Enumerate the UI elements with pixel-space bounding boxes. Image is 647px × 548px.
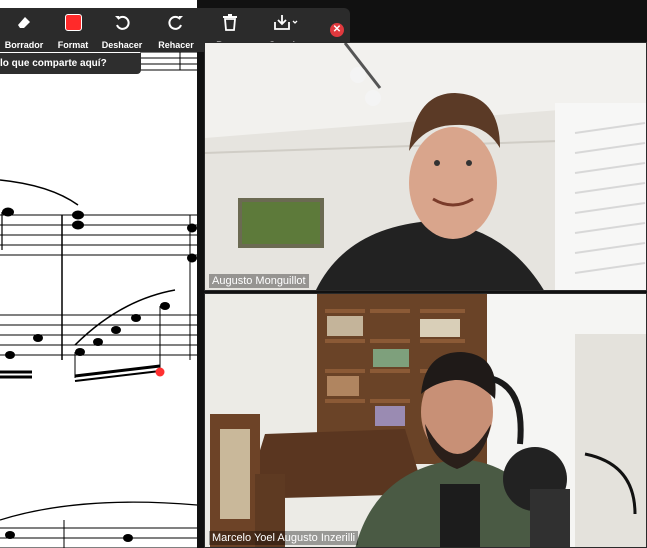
undo-icon <box>113 12 131 32</box>
eraser-label: Borrador <box>4 40 44 50</box>
screen: { "toolbar": { "items": [ {"label": "Bor… <box>0 0 647 548</box>
annotation-cursor <box>155 367 165 377</box>
redo-label: Rehacer <box>158 40 194 50</box>
participant-name: Augusto Monguillot <box>209 274 309 288</box>
undo-button[interactable]: Deshacer <box>100 12 144 50</box>
eraser-icon <box>15 12 33 32</box>
video-tile-augusto[interactable]: Augusto Monguillot <box>204 42 647 291</box>
video-feed-2 <box>205 294 646 547</box>
format-tool[interactable]: Format <box>55 12 91 50</box>
redo-icon <box>167 12 185 32</box>
trash-icon <box>222 12 238 32</box>
video-tile-marcelo[interactable]: Marcelo Yoel Augusto Inzerilli <box>204 293 647 548</box>
close-icon[interactable]: ✕ <box>330 23 344 37</box>
format-label: Format <box>57 40 89 50</box>
eraser-tool[interactable]: Borrador <box>4 12 44 50</box>
video-feed-1 <box>205 43 646 290</box>
undo-label: Deshacer <box>101 40 143 50</box>
save-icon <box>273 12 299 32</box>
share-prompt-tooltip: lo que comparte aquí? <box>0 53 141 74</box>
redo-button[interactable]: Rehacer <box>156 12 196 50</box>
shared-sheet-music <box>0 0 197 548</box>
music-score <box>0 51 197 548</box>
participant-name: Marcelo Yoel Augusto Inzerilli <box>209 531 359 545</box>
format-color-icon <box>64 12 82 32</box>
